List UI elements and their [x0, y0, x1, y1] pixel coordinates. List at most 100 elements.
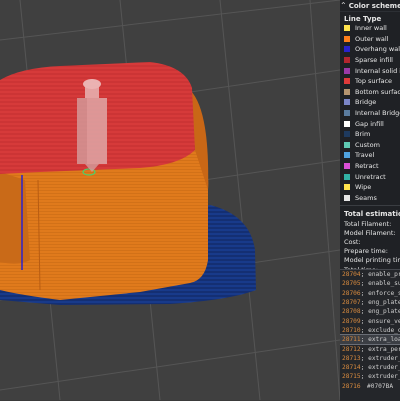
gcode-line-number: 28707: [342, 299, 361, 307]
chevron-up-double-icon[interactable]: ⌃: [340, 1, 347, 11]
legend-label: Top surface: [355, 77, 393, 86]
legend-item[interactable]: Overhang wall: [340, 44, 400, 55]
legend-item[interactable]: Gap infill: [340, 118, 400, 129]
legend-label: Gap infill: [355, 119, 384, 128]
gcode-line-number: 28710: [342, 326, 361, 334]
legend-item[interactable]: Brim: [340, 129, 400, 140]
estimation-row: Cost:: [344, 238, 361, 247]
color-swatch: [344, 120, 350, 127]
estimation-list: Total Filament: Model Filament: Cost: Prepa…: [340, 219, 400, 274]
gcode-line-number: 28713: [342, 354, 361, 362]
legend-item[interactable]: Unretract: [340, 171, 400, 182]
gcode-line[interactable]: 28713; extruder_cl: [340, 354, 400, 363]
total-estimation-title: Total estimation: [344, 210, 400, 219]
legend-label: Travel: [355, 151, 375, 160]
legend-item[interactable]: Travel: [340, 150, 400, 161]
legend-item[interactable]: Custom: [340, 140, 400, 151]
gcode-line-number: 28711: [342, 336, 361, 344]
gcode-line[interactable]: 28704; enable_prime: [340, 270, 400, 279]
legend-label: Brim: [355, 130, 371, 139]
legend-label: Seams: [355, 193, 377, 202]
gcode-line-text: ; enable_supp: [360, 280, 400, 288]
gcode-line[interactable]: 28710; exclude_ob: [340, 326, 400, 335]
gcode-line-number: 28715: [342, 373, 361, 381]
panel-title: Color scheme: [348, 1, 400, 10]
line-type-title: Line Type: [344, 15, 382, 23]
gcode-line-number: 28705: [342, 280, 361, 288]
legend-item[interactable]: Seams: [340, 193, 400, 204]
legend-item[interactable]: Bottom surface: [340, 87, 400, 98]
gcode-line[interactable]: 28711; extra_loadi: [340, 334, 400, 346]
gcode-line-number: 28708: [342, 308, 361, 316]
gcode-line[interactable]: 28716 #0707BA: [340, 382, 400, 391]
color-swatch: [344, 131, 350, 138]
legend-item[interactable]: Bridge: [340, 97, 400, 108]
gcode-line[interactable]: 28709; ensure_ver: [340, 316, 400, 325]
gcode-line[interactable]: 28707; eng_plate_: [340, 298, 400, 307]
gcode-line[interactable]: 28705; enable_supp: [340, 279, 400, 288]
color-swatch: [344, 163, 350, 170]
legend-label: Wipe: [355, 183, 372, 192]
legend-item[interactable]: Retract: [340, 161, 400, 172]
gcode-line-number: 28704: [342, 271, 361, 279]
color-swatch: [344, 152, 350, 159]
legend-item[interactable]: Outer wall: [340, 34, 400, 45]
estimation-row: Model Filament:: [344, 228, 396, 237]
color-swatch: [344, 110, 350, 117]
gcode-line-number: 28714: [342, 364, 361, 372]
legend-label: Bridge: [355, 98, 377, 107]
gcode-line-text: ; extruder_cl: [360, 364, 400, 372]
color-swatch: [344, 88, 350, 95]
gcode-line-text: ; enable_prime: [360, 271, 400, 279]
legend-label: Sparse infill: [355, 56, 393, 65]
legend-label: Bottom surface: [355, 87, 400, 96]
legend-label: Custom: [355, 140, 380, 149]
color-swatch: [344, 141, 350, 148]
gcode-line-text: ; extra_loadi: [360, 336, 400, 344]
legend-label: Unretract: [355, 172, 386, 181]
color-swatch: [344, 57, 350, 64]
legend-label: Retract: [355, 162, 379, 171]
legend-label: Inner wall: [355, 24, 387, 33]
estimation-row: Model printing time:: [344, 256, 400, 265]
gcode-line[interactable]: 28715; extruder_cl: [340, 372, 400, 381]
color-swatch: [344, 67, 350, 74]
legend-item[interactable]: Wipe: [340, 182, 400, 193]
color-swatch: [344, 173, 350, 180]
legend-label: Outer wall: [355, 34, 389, 43]
color-swatch: [344, 35, 350, 42]
color-swatch: [344, 25, 350, 32]
color-swatch: [344, 184, 350, 191]
legend-item[interactable]: Sparse infill: [340, 55, 400, 66]
gcode-line-text: ; extra_perim: [360, 345, 400, 353]
gcode-line[interactable]: 28714; extruder_cl: [340, 363, 400, 372]
legend-label: Overhang wall: [355, 45, 400, 54]
legend-label: Internal Bridge: [355, 109, 400, 118]
gcode-line-text: ; ensure_ver: [360, 317, 400, 325]
outer-wall-front: [0, 150, 209, 300]
legend-item[interactable]: Internal solid infill: [340, 65, 400, 76]
gcode-viewer[interactable]: 28704; enable_prime28705; enable_supp287…: [340, 269, 400, 401]
gcode-line[interactable]: 28706; enforce_su: [340, 289, 400, 298]
color-swatch: [344, 194, 350, 201]
color-swatch: [344, 78, 350, 85]
gcode-line-number: 28712: [342, 345, 361, 353]
color-swatch: [344, 46, 350, 53]
gcode-line-number: 28716: [342, 382, 361, 390]
estimation-row: Prepare time:: [344, 247, 388, 256]
color-swatch: [344, 99, 350, 106]
gcode-line-text: ; extruder_cl: [360, 354, 400, 362]
estimation-row: Total Filament:: [344, 219, 392, 228]
legend-item[interactable]: Internal Bridge: [340, 108, 400, 119]
gcode-line-text: #0707BA: [367, 382, 394, 390]
legend-item[interactable]: Top surface: [340, 76, 400, 87]
legend-item[interactable]: Inner wall: [340, 23, 400, 34]
panel-header: ⌃ Color scheme: [340, 0, 400, 12]
gcode-line[interactable]: 28708; eng_plate_: [340, 307, 400, 316]
line-type-legend: Inner wall Outer wall Overhang wall Sparse …: [340, 23, 400, 203]
gcode-line-number: 28706: [342, 289, 361, 297]
gcode-line[interactable]: 28712; extra_perim: [340, 344, 400, 353]
gcode-line-text: ; eng_plate_: [360, 308, 400, 316]
gcode-line-text: ; eng_plate_: [360, 299, 400, 307]
gcode-line-text: ; extruder_cl: [360, 373, 400, 381]
